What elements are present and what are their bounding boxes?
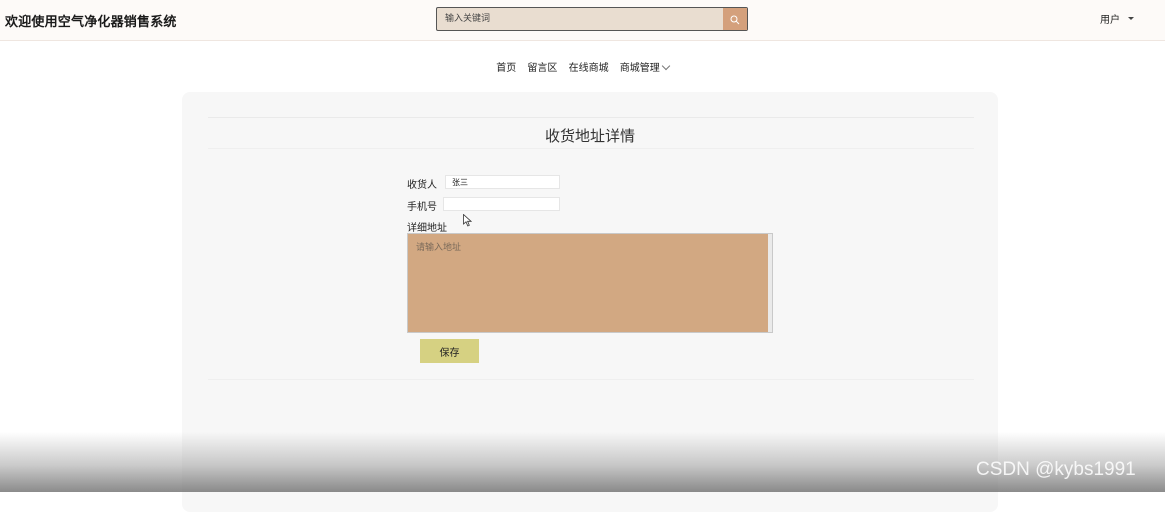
watermark: CSDN @kybs1991 [976,459,1136,480]
nav-item-shop-management[interactable]: 商城管理 [619,59,671,74]
divider [208,379,974,380]
user-menu-label: 用户 [1100,15,1120,26]
receiver-label: 收货人 [407,180,437,191]
search-button[interactable] [723,8,747,30]
divider [208,117,974,118]
search-box [436,7,748,31]
address-label: 详细地址 [407,223,447,234]
page-title: 收货地址详情 [544,127,635,145]
user-menu[interactable]: 用户 [1100,11,1134,26]
nav-item-home[interactable]: 首页 [496,59,516,74]
mouse-cursor-icon [463,212,473,231]
address-textarea[interactable] [407,233,773,333]
search-icon [730,10,740,29]
main-nav: 首页 留言区 在线商城 商城管理 [0,59,1165,74]
save-button[interactable]: 保存 [420,339,479,363]
receiver-input[interactable] [445,175,560,189]
site-title: 欢迎使用空气净化器销售系统 [5,15,177,30]
caret-down-icon [1128,17,1134,20]
top-bar: 欢迎使用空气净化器销售系统 用户 [0,0,1165,41]
phone-input[interactable] [443,197,560,211]
chevron-down-icon [661,61,671,71]
nav-dropdown-label: 商城管理 [619,63,660,74]
phone-label: 手机号 [407,202,437,213]
search-input[interactable] [437,8,725,30]
divider [208,148,974,149]
nav-item-messages[interactable]: 留言区 [527,59,557,74]
textarea-scrollbar[interactable] [768,234,772,332]
nav-item-shop[interactable]: 在线商城 [569,59,609,74]
